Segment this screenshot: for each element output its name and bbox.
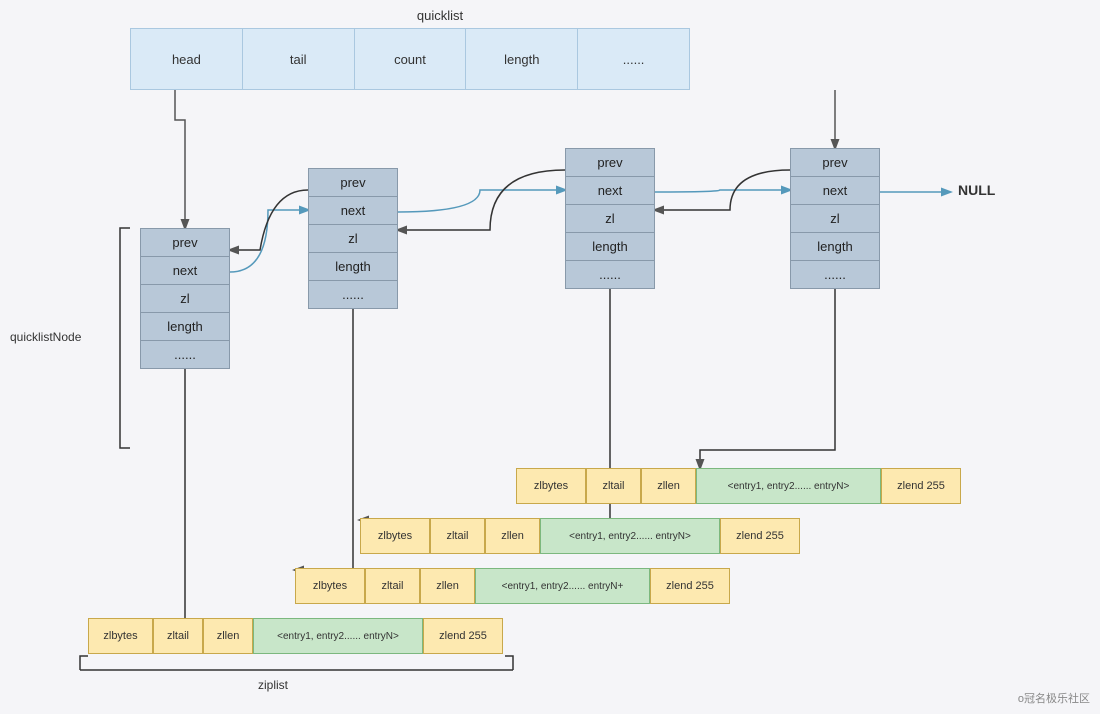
zl2-tail: zltail (365, 568, 420, 604)
quicklist-box: head tail count length ...... (130, 28, 690, 90)
zl1-tail: zltail (153, 618, 203, 654)
qnode-2: prev next zl length ...... (308, 168, 398, 309)
qnode4-length: length (791, 233, 879, 261)
qnode4-zl: zl (791, 205, 879, 233)
qnode4-next: next (791, 177, 879, 205)
zl2-len: zllen (420, 568, 475, 604)
qnode4-more: ...... (791, 261, 879, 288)
qnode3-zl: zl (566, 205, 654, 233)
ziplist-row-2: zlbytes zltail zllen <entry1, entry2....… (295, 568, 730, 604)
qnode1-zl: zl (141, 285, 229, 313)
zl4-len: zllen (641, 468, 696, 504)
ql-tail: tail (243, 29, 355, 89)
ziplist-label: ziplist (258, 678, 288, 692)
qnode-3: prev next zl length ...... (565, 148, 655, 289)
zl3-end: zlend 255 (720, 518, 800, 554)
zl4-tail: zltail (586, 468, 641, 504)
zl4-entries: <entry1, entry2...... entryN> (696, 468, 881, 504)
zl2-bytes: zlbytes (295, 568, 365, 604)
diagram: quicklist head tail count length ...... … (0, 0, 1100, 714)
qnode4-prev: prev (791, 149, 879, 177)
zl1-entries: <entry1, entry2...... entryN> (253, 618, 423, 654)
watermark: o冠名极乐社区 (1018, 690, 1090, 706)
zl3-tail: zltail (430, 518, 485, 554)
qnode3-next: next (566, 177, 654, 205)
qnode1-next: next (141, 257, 229, 285)
qnode1-prev: prev (141, 229, 229, 257)
ql-count: count (355, 29, 467, 89)
qnode1-length: length (141, 313, 229, 341)
ziplist-row-3: zlbytes zltail zllen <entry1, entry2....… (360, 518, 800, 554)
qnode3-more: ...... (566, 261, 654, 288)
qnode-4: prev next zl length ...... (790, 148, 880, 289)
zl3-entries: <entry1, entry2...... entryN> (540, 518, 720, 554)
zl4-bytes: zlbytes (516, 468, 586, 504)
qnode2-more: ...... (309, 281, 397, 308)
zl1-end: zlend 255 (423, 618, 503, 654)
ql-head: head (131, 29, 243, 89)
zl4-end: zlend 255 (881, 468, 961, 504)
qnode-1: prev next zl length ...... (140, 228, 230, 369)
ql-more: ...... (578, 29, 689, 89)
qnode1-more: ...... (141, 341, 229, 368)
ziplist-row-4: zlbytes zltail zllen <entry1, entry2....… (516, 468, 961, 504)
qnode3-prev: prev (566, 149, 654, 177)
qnode2-next: next (309, 197, 397, 225)
ziplist-row-1: zlbytes zltail zllen <entry1, entry2....… (88, 618, 503, 654)
ql-length: length (466, 29, 578, 89)
null-label: NULL (958, 182, 995, 198)
zl2-end: zlend 255 (650, 568, 730, 604)
qnode2-zl: zl (309, 225, 397, 253)
qnode2-prev: prev (309, 169, 397, 197)
quicklistnode-label: quicklistNode (10, 330, 81, 344)
zl3-bytes: zlbytes (360, 518, 430, 554)
zl2-entries: <entry1, entry2...... entryN+ (475, 568, 650, 604)
zl1-len: zllen (203, 618, 253, 654)
qnode2-length: length (309, 253, 397, 281)
qnode3-length: length (566, 233, 654, 261)
zl1-bytes: zlbytes (88, 618, 153, 654)
zl3-len: zllen (485, 518, 540, 554)
quicklist-label: quicklist (200, 8, 680, 23)
